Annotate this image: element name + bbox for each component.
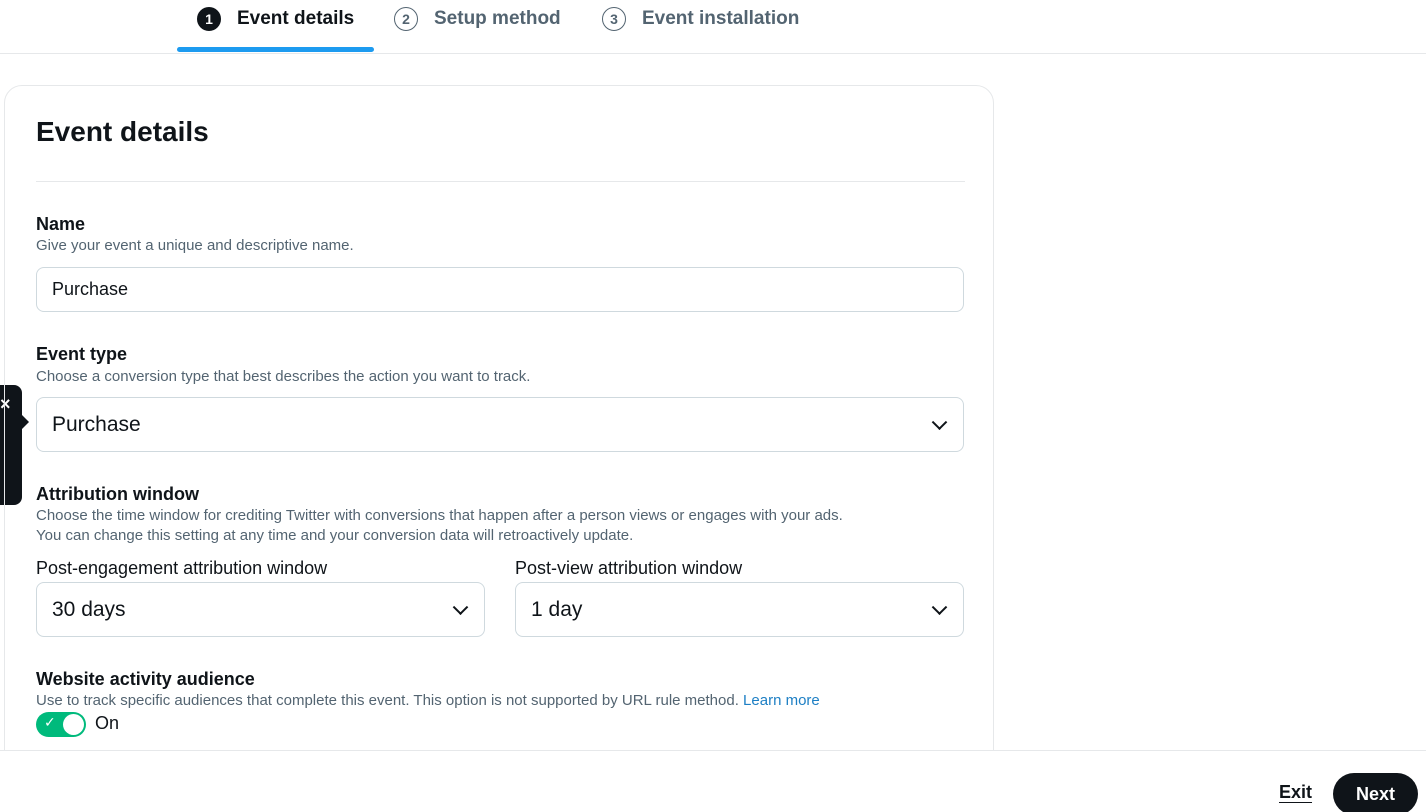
attribution-help-2: You can change this setting at any time … [36, 527, 634, 544]
learn-more-link[interactable]: Learn more [743, 692, 820, 709]
name-input[interactable]: Purchase [36, 267, 964, 312]
step-event-installation[interactable]: 3 Event installation [602, 0, 799, 54]
attribution-label: Attribution window [36, 484, 199, 504]
active-step-indicator [177, 47, 374, 52]
name-label: Name [36, 214, 86, 234]
check-icon: ✓ [44, 714, 56, 730]
step-number-3: 3 [602, 7, 626, 31]
event-type-label: Event type [36, 344, 128, 364]
post-view-label: Post-view attribution window [515, 558, 743, 578]
toggle-state-label: On [95, 713, 120, 733]
audience-label: Website activity audience [36, 669, 255, 689]
divider [36, 181, 965, 182]
post-engagement-value: 30 days [52, 597, 126, 621]
step-label: Event installation [642, 8, 800, 29]
step-label: Setup method [434, 8, 561, 29]
chevron-down-icon [931, 413, 948, 430]
audience-help-text: Use to track specific audiences that com… [36, 692, 744, 709]
audience-toggle[interactable]: ✓ [36, 712, 86, 737]
toggle-knob [63, 714, 84, 735]
chevron-down-icon [931, 598, 948, 615]
post-view-select[interactable]: 1 day [515, 582, 964, 637]
post-view-value: 1 day [531, 597, 583, 621]
card-title: Event details [36, 116, 209, 147]
step-event-details[interactable]: 1 Event details [197, 0, 354, 54]
post-engagement-label: Post-engagement attribution window [36, 558, 328, 578]
attribution-help-1: Choose the time window for crediting Twi… [36, 507, 843, 524]
event-details-card: Event details Name Give your event a uni… [4, 85, 994, 785]
event-type-select[interactable]: Purchase [36, 397, 964, 452]
exit-button[interactable]: Exit [1279, 782, 1312, 803]
event-type-value: Purchase [52, 412, 141, 436]
audience-help: Use to track specific audiences that com… [36, 691, 820, 711]
step-number-2: 2 [394, 7, 418, 31]
name-help: Give your event a unique and descriptive… [36, 237, 354, 254]
step-number-1: 1 [197, 7, 221, 31]
post-engagement-select[interactable]: 30 days [36, 582, 485, 637]
next-button[interactable]: Next [1333, 773, 1418, 812]
event-type-help: Choose a conversion type that best descr… [36, 368, 531, 385]
stepper: 1 Event details 2 Setup method 3 Event i… [0, 0, 1426, 54]
chevron-down-icon [452, 598, 469, 615]
footer: Exit Next [0, 750, 1426, 812]
step-label: Event details [237, 8, 355, 29]
name-input-value: Purchase [52, 279, 129, 299]
step-setup-method[interactable]: 2 Setup method [394, 0, 561, 54]
